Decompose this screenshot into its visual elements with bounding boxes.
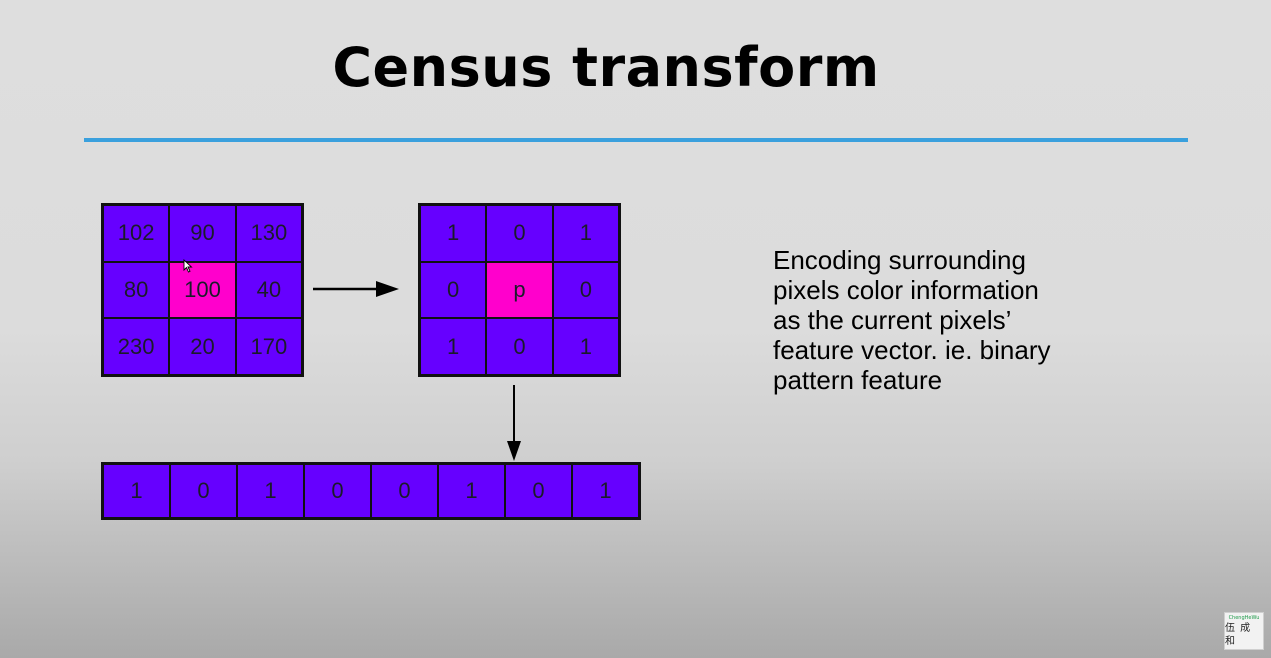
vector-cell: 1	[237, 464, 304, 518]
description-text: Encoding surrounding pixels color inform…	[773, 245, 1113, 395]
title-divider	[84, 138, 1188, 142]
binary-center-cell: p	[486, 261, 553, 319]
watermark-top-text: ChengHeWu	[1228, 614, 1260, 621]
input-pixel-grid: 102 90 130 80 100 40 230 20 170	[101, 203, 304, 377]
binary-cell: 1	[552, 205, 619, 262]
vector-cell: 0	[304, 464, 371, 518]
binary-pattern-grid: 1 0 1 0 p 0 1 0 1	[418, 203, 621, 377]
input-cell: 80	[103, 261, 170, 319]
arrow-right-icon	[313, 281, 399, 297]
binary-cell: 1	[420, 205, 487, 262]
input-cell: 230	[103, 318, 170, 375]
mouse-pointer-icon	[183, 259, 193, 273]
binary-cell: 0	[420, 261, 487, 319]
arrow-down-icon	[507, 385, 521, 461]
watermark-bottom-text: 伍 成 和	[1225, 622, 1252, 647]
channel-watermark: ChengHeWu 伍 成 和	[1224, 612, 1264, 650]
vector-cell: 1	[438, 464, 505, 518]
vector-cell: 0	[371, 464, 438, 518]
binary-cell: 0	[552, 261, 619, 319]
input-cell: 170	[235, 318, 302, 375]
input-cell: 102	[103, 205, 170, 262]
description-line: as the current pixels’	[773, 305, 1012, 335]
input-cell: 90	[169, 205, 236, 262]
binary-cell: 0	[486, 318, 553, 375]
binary-cell: 1	[552, 318, 619, 375]
description-line: pattern feature	[773, 365, 943, 395]
description-line: Encoding surrounding	[773, 245, 1026, 275]
description-line: pixels color information	[773, 275, 1039, 305]
input-center-cell: 100	[169, 261, 236, 319]
feature-vector-row: 1 0 1 0 0 1 0 1	[101, 462, 641, 520]
input-cell: 20	[169, 318, 236, 375]
vector-cell: 1	[572, 464, 639, 518]
vector-cell: 1	[103, 464, 170, 518]
description-line: feature vector. ie. binary	[773, 335, 1051, 365]
vector-cell: 0	[170, 464, 237, 518]
binary-cell: 1	[420, 318, 487, 375]
vector-cell: 0	[505, 464, 572, 518]
input-cell: 40	[235, 261, 302, 319]
slide-title: Census transform	[332, 36, 880, 99]
binary-cell: 0	[486, 205, 553, 262]
input-cell: 130	[235, 205, 302, 262]
